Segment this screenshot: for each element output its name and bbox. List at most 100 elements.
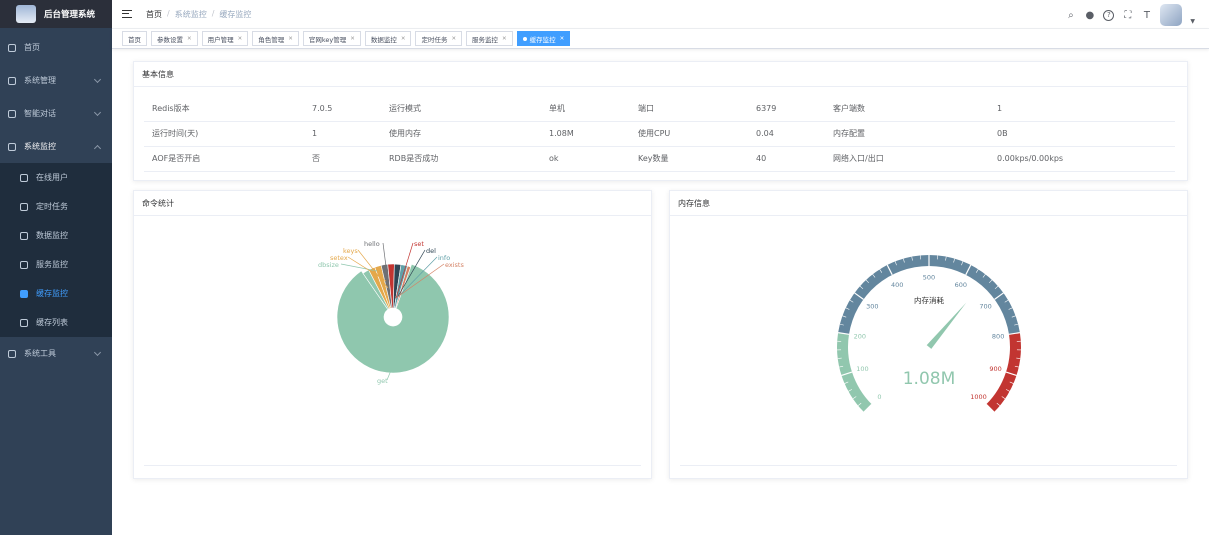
online-icon <box>20 173 28 182</box>
cell: 0.04 <box>748 121 825 147</box>
pie-label-exists: exists <box>445 261 464 269</box>
tag-server[interactable]: 服务监控 ✕ <box>466 31 513 46</box>
close-icon[interactable]: ✕ <box>238 36 243 42</box>
sidebar-item-home[interactable]: 首页 <box>0 31 112 64</box>
gauge-tick-label: 100 <box>856 365 868 373</box>
cell: 端口 <box>630 96 748 122</box>
sidebar-item-druid[interactable]: 数据监控 <box>0 221 112 250</box>
gauge-tick-label: 900 <box>989 365 1001 373</box>
sidebar-item-cache-list[interactable]: 缓存列表 <box>0 308 112 337</box>
gauge-title: 内存消耗 <box>914 295 944 305</box>
breadcrumb-separator: / <box>211 8 215 18</box>
sidebar-item-label: 缓存监控 <box>36 289 68 298</box>
command-stats-card: 命令统计 get dbsize setex keys hello set del info ex… <box>133 190 652 479</box>
dashboard-icon <box>8 43 16 52</box>
gauge-pointer <box>926 302 967 349</box>
sidebar-item-label: 首页 <box>24 43 40 52</box>
card-title: 内存信息 <box>670 191 1187 216</box>
sidebar-item-online-users[interactable]: 在线用户 <box>0 163 112 192</box>
sidebar: 后台管理系统 首页 系统管理 智能对话 系统监控 在线用户 定时任务 数据监控 … <box>0 0 112 535</box>
cell: 网络入口/出口 <box>825 146 989 172</box>
close-icon[interactable]: ✕ <box>560 36 565 42</box>
sidebar-item-jobs[interactable]: 定时任务 <box>0 192 112 221</box>
pie-label-hello: hello <box>364 240 380 248</box>
sidebar-item-label: 系统监控 <box>24 142 56 151</box>
sidebar-item-chat[interactable]: 智能对话 <box>0 97 112 130</box>
tag-label: 官网key管理 <box>308 35 347 44</box>
tag-label: 缓存监控 <box>529 35 556 44</box>
cell: 0.00kps/0.00kps <box>989 146 1175 172</box>
breadcrumb-cache: 缓存监控 <box>219 9 252 19</box>
tag-druid[interactable]: 数据监控 ✕ <box>364 31 412 46</box>
tag-user[interactable]: 用户管理 ✕ <box>201 31 249 46</box>
sidebar-item-tools[interactable]: 系统工具 <box>0 337 112 370</box>
close-icon[interactable]: ✕ <box>288 36 293 42</box>
pie-label-dbsize: dbsize <box>318 261 339 269</box>
cell: 使用内存 <box>381 121 541 147</box>
cell: 7.0.5 <box>304 96 381 122</box>
sidebar-item-server[interactable]: 服务监控 <box>0 250 112 279</box>
cell: 单机 <box>541 96 630 122</box>
tool-icon <box>8 349 16 358</box>
cell: Key数量 <box>630 146 748 172</box>
cell: 内存配置 <box>825 121 989 147</box>
logo[interactable]: 后台管理系统 <box>0 0 112 28</box>
close-icon[interactable]: ✕ <box>502 36 507 42</box>
table-row: AOF是否开启否 RDB是否成功 ok Key数量 40 网络入口/出口 0.00kps/0… <box>144 146 1175 172</box>
cell: RDB是否成功 <box>381 146 541 172</box>
sidebar-item-label: 系统工具 <box>24 349 56 358</box>
job-icon <box>20 202 28 211</box>
github-icon[interactable]: ● <box>1084 10 1095 21</box>
chevron-down-icon <box>93 108 102 117</box>
fullscreen-icon[interactable]: ⛶ <box>1122 10 1133 21</box>
gauge-band <box>838 254 1020 335</box>
basic-info-table: Redis版本 7.0.5 运行模式 单机 端口 6379 客户端数 1 运行时间(天) 1 使用… <box>144 96 1175 172</box>
tag-key[interactable]: 官网key管理 ✕ <box>302 31 361 46</box>
sidebar-item-system[interactable]: 系统管理 <box>0 64 112 97</box>
sidebar-item-label: 数据监控 <box>36 231 68 240</box>
close-icon[interactable]: ✕ <box>401 36 406 42</box>
cell: 1.08M <box>541 121 630 147</box>
sidebar-item-label: 智能对话 <box>24 109 56 118</box>
list-icon <box>20 318 28 327</box>
chevron-down-icon <box>93 75 102 84</box>
cell: 使用CPU <box>630 121 748 147</box>
tag-label: 角色管理 <box>258 35 285 44</box>
hamburger-icon[interactable] <box>122 10 132 18</box>
breadcrumb-monitor: 系统监控 <box>174 9 207 19</box>
breadcrumb-home[interactable]: 首页 <box>146 9 162 20</box>
tag-job[interactable]: 定时任务 ✕ <box>415 31 463 46</box>
app-title: 后台管理系统 <box>44 10 96 20</box>
cell: 1 <box>304 121 381 147</box>
cell: 运行时间(天) <box>144 121 304 147</box>
caret-down-icon[interactable]: ▼ <box>1190 18 1195 25</box>
sidebar-item-cache[interactable]: 缓存监控 <box>0 279 112 308</box>
close-icon[interactable]: ✕ <box>350 36 355 42</box>
chevron-down-icon <box>93 348 102 357</box>
memory-gauge-chart: 0 100 200 300 400 500 600 700 800 900 1000 内存消耗 1.08… <box>837 254 1021 413</box>
sidebar-item-label: 缓存列表 <box>36 318 68 327</box>
cell: AOF是否开启 <box>144 146 304 172</box>
monitor-submenu: 在线用户 定时任务 数据监控 服务监控 缓存监控 缓存列表 <box>0 163 112 337</box>
tag-home[interactable]: 首页 <box>122 31 147 46</box>
gear-icon <box>8 76 16 85</box>
close-icon[interactable]: ✕ <box>451 36 456 42</box>
sidebar-item-label: 系统管理 <box>24 76 56 85</box>
tag-config[interactable]: 参数设置 ✕ <box>151 31 198 46</box>
monitor-icon <box>8 142 16 151</box>
search-icon[interactable]: ⌕ <box>1065 10 1076 21</box>
tag-role[interactable]: 角色管理 ✕ <box>252 31 299 46</box>
tag-label: 用户管理 <box>207 35 234 44</box>
sidebar-item-monitor[interactable]: 系统监控 <box>0 130 112 163</box>
avatar[interactable] <box>1160 4 1183 26</box>
redis-icon <box>20 289 28 298</box>
font-size-icon[interactable]: T <box>1141 10 1152 21</box>
tag-cache[interactable]: 缓存监控 ✕ <box>516 31 571 46</box>
memory-info-card: 内存信息 0 100 200 300 400 500 600 700 800 900 1000 内存消… <box>669 190 1188 479</box>
help-icon[interactable]: ? <box>1103 9 1115 21</box>
cell: 客户端数 <box>825 96 989 122</box>
gauge-tick-label: 1000 <box>970 393 987 401</box>
close-icon[interactable]: ✕ <box>187 36 192 42</box>
pie-label-keys: keys <box>343 247 358 255</box>
breadcrumb: 首页 / 系统监控 / 缓存监控 <box>146 9 251 20</box>
